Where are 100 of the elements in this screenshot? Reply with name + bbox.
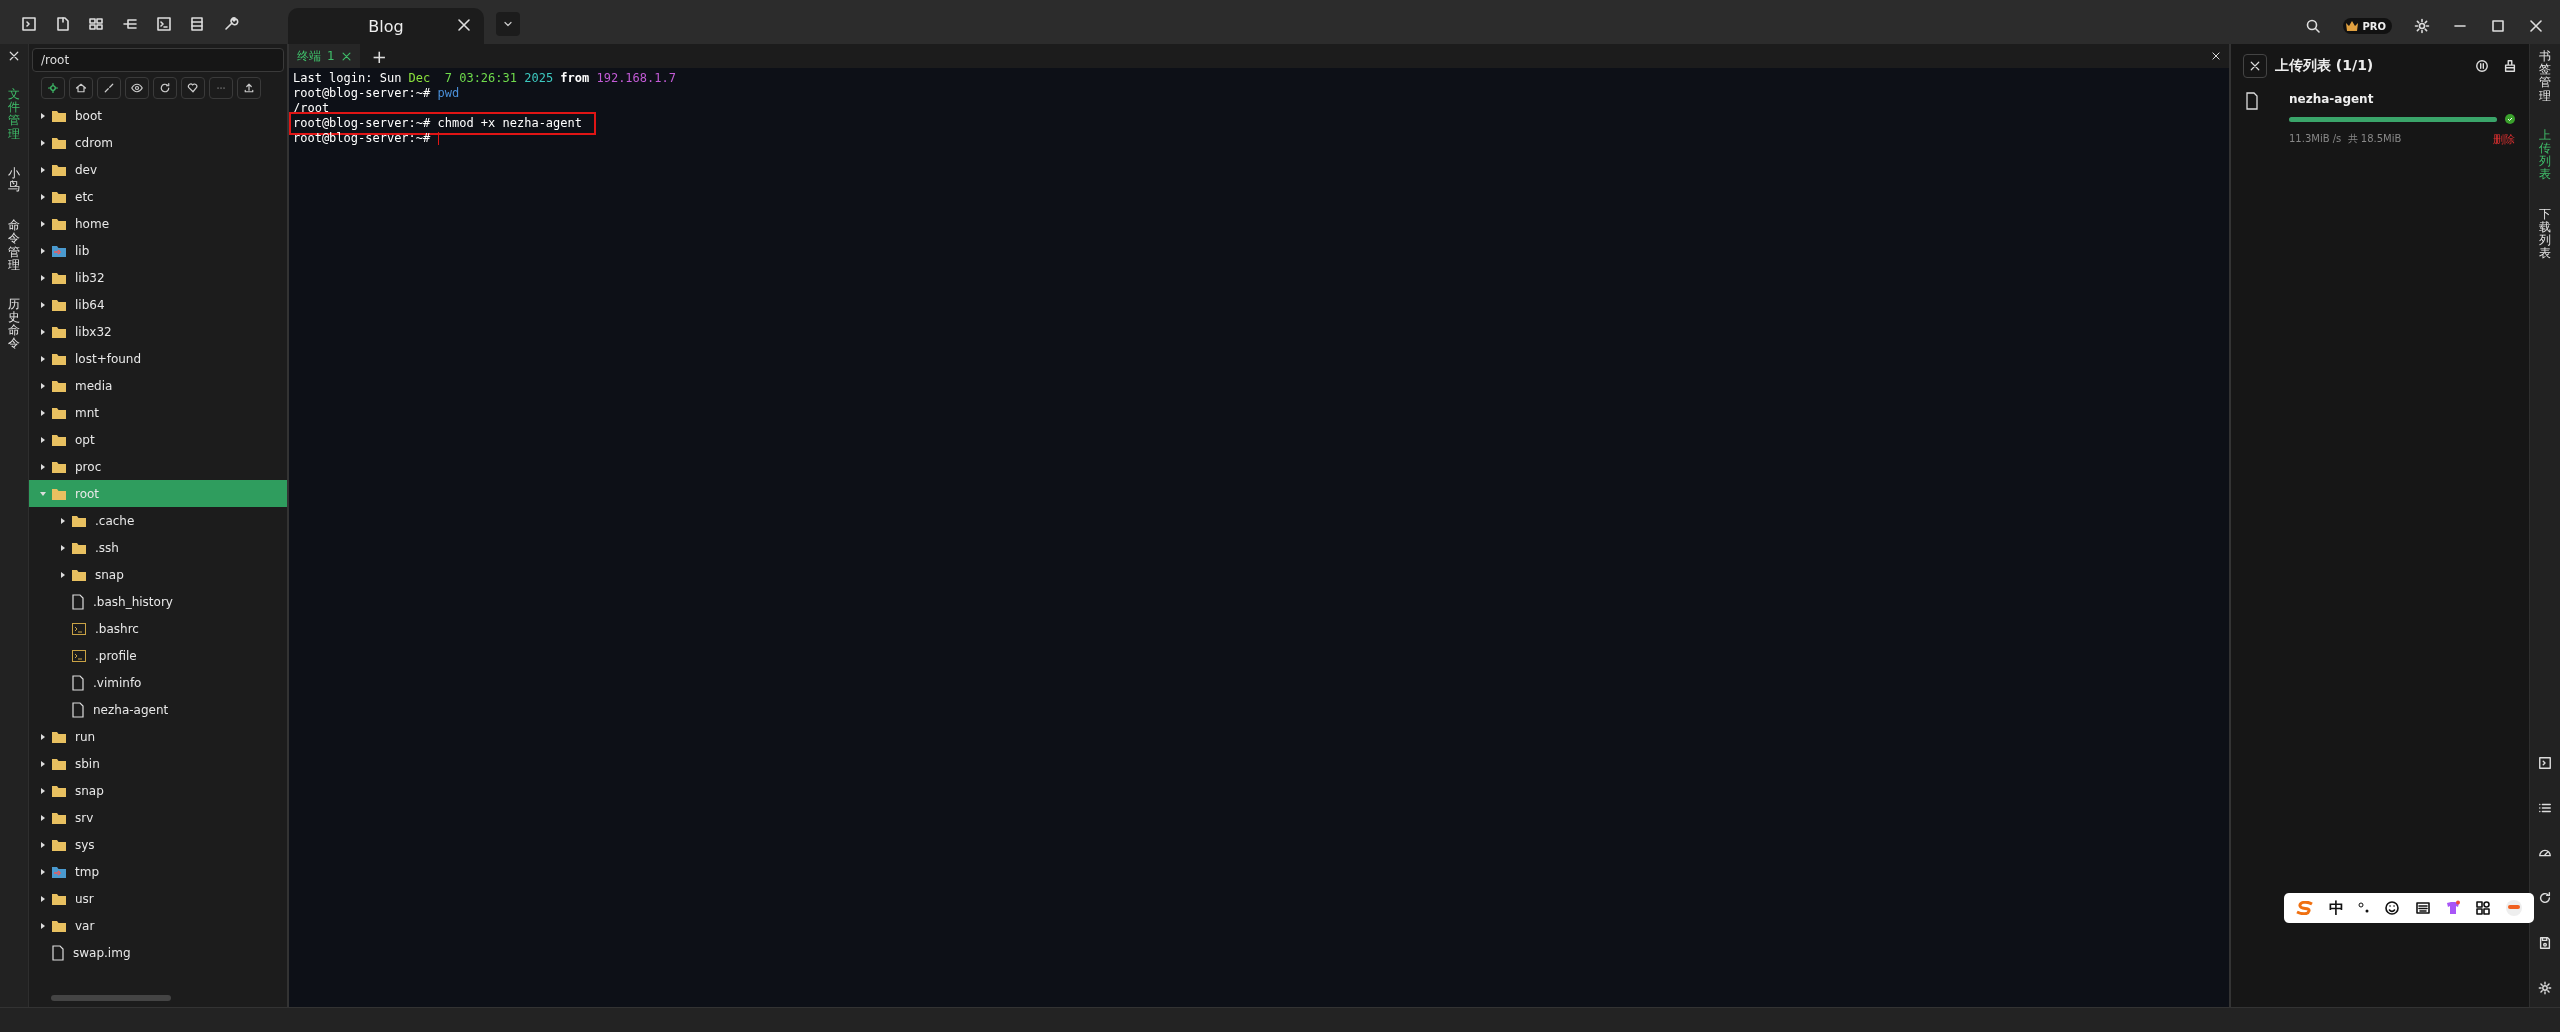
tree-item[interactable]: mnt <box>29 399 287 426</box>
caret-icon[interactable] <box>39 246 47 255</box>
caret-icon[interactable] <box>39 138 47 147</box>
tree-item[interactable]: lib <box>29 237 287 264</box>
toolbar-button[interactable] <box>237 77 261 99</box>
save-icon[interactable] <box>2538 936 2552 950</box>
tree-item[interactable]: lib64 <box>29 291 287 318</box>
caret-icon[interactable] <box>39 327 47 336</box>
caret-icon[interactable] <box>39 867 47 876</box>
tree-item[interactable]: run <box>29 723 287 750</box>
caret-icon[interactable] <box>39 732 47 741</box>
tree-item[interactable]: lost+found <box>29 345 287 372</box>
terminal-icon[interactable] <box>2538 756 2552 770</box>
tree-item[interactable]: var <box>29 912 287 939</box>
tree-item[interactable]: sys <box>29 831 287 858</box>
list-icon[interactable] <box>2538 801 2552 815</box>
tree-item[interactable]: srv <box>29 804 287 831</box>
add-tab-button[interactable]: + <box>371 45 387 67</box>
toolbar-button[interactable] <box>69 77 93 99</box>
scrollbar[interactable] <box>51 995 171 1001</box>
caret-icon[interactable] <box>39 111 47 120</box>
input-mode-toggle[interactable]: 中 <box>2329 898 2345 918</box>
caret-icon[interactable] <box>39 273 47 282</box>
maximize-icon[interactable] <box>2490 18 2506 34</box>
caret-icon[interactable] <box>39 894 47 903</box>
caret-icon[interactable] <box>59 570 67 579</box>
caret-icon[interactable] <box>39 840 47 849</box>
toolbar-button[interactable] <box>41 77 65 99</box>
sitemap-icon[interactable] <box>122 16 138 32</box>
broom-icon[interactable] <box>2503 59 2517 73</box>
tree-item[interactable]: usr <box>29 885 287 912</box>
tree-item[interactable]: opt <box>29 426 287 453</box>
tree-item[interactable]: proc <box>29 453 287 480</box>
tree-item[interactable]: .bashrc <box>29 615 287 642</box>
toolbar-button[interactable] <box>181 77 205 99</box>
terminal-tab[interactable]: 终端 1 <box>289 44 360 68</box>
caret-icon[interactable] <box>59 516 67 525</box>
punctuation-icon[interactable] <box>2358 901 2371 915</box>
close-icon[interactable] <box>2528 18 2544 34</box>
tree-item[interactable]: home <box>29 210 287 237</box>
search-icon[interactable] <box>2305 18 2322 34</box>
tree-item[interactable]: snap <box>29 777 287 804</box>
dropdown-button[interactable] <box>496 12 520 36</box>
caret-icon[interactable] <box>39 813 47 822</box>
refresh-icon[interactable] <box>2538 891 2552 905</box>
pro-badge[interactable]: PRO <box>2343 18 2392 34</box>
close-icon[interactable] <box>456 17 472 33</box>
tree-item[interactable]: cdrom <box>29 129 287 156</box>
server-icon[interactable] <box>189 16 206 32</box>
caret-icon[interactable] <box>39 921 47 930</box>
close-icon[interactable] <box>2211 51 2221 61</box>
side-tab[interactable]: 历史命令 <box>8 297 20 351</box>
caret-icon[interactable] <box>39 408 47 417</box>
close-icon[interactable] <box>340 50 352 62</box>
tree-item[interactable]: boot <box>29 102 287 129</box>
tree-item[interactable]: snap <box>29 561 287 588</box>
caret-icon[interactable] <box>39 759 47 768</box>
caret-icon[interactable] <box>39 219 47 228</box>
shirt-icon[interactable] <box>2444 900 2461 916</box>
caret-icon[interactable] <box>39 165 47 174</box>
grid-icon[interactable] <box>88 16 105 32</box>
apps-icon[interactable] <box>2474 900 2491 916</box>
close-icon[interactable] <box>8 50 20 62</box>
side-tab[interactable]: 上传列表 <box>2539 128 2551 182</box>
caret-icon[interactable] <box>39 435 47 444</box>
tree-item[interactable]: tmp <box>29 858 287 885</box>
caret-icon[interactable] <box>39 192 47 201</box>
tree-item[interactable]: .viminfo <box>29 669 287 696</box>
toolbar-button[interactable] <box>125 77 149 99</box>
caret-icon[interactable] <box>39 354 47 363</box>
side-tab[interactable]: 小鸟 <box>8 166 20 194</box>
caret-icon[interactable] <box>39 381 47 390</box>
smiley-icon[interactable] <box>2384 900 2401 916</box>
window-tab[interactable]: Blog <box>288 8 484 44</box>
caret-icon[interactable] <box>39 786 47 795</box>
delete-link[interactable]: 删除 <box>2493 132 2515 147</box>
toolbar-button[interactable] <box>153 77 177 99</box>
terminal-icon[interactable] <box>20 16 37 32</box>
tree-item[interactable]: .bash_history <box>29 588 287 615</box>
tree-item[interactable]: sbin <box>29 750 287 777</box>
tree-item[interactable]: media <box>29 372 287 399</box>
document-icon[interactable] <box>54 16 71 32</box>
settings-icon[interactable] <box>2538 981 2552 995</box>
terminal-output[interactable]: Last login: Sun Dec 7 03:26:31 2025 from 192.168.1.7 root@blog-server:~# pwd /root root@blog-server:~# chmod +x nezha-agent root@blog-server:~# <box>289 68 2229 1007</box>
caret-icon[interactable] <box>39 462 47 471</box>
close-button[interactable] <box>2243 54 2267 78</box>
side-tab[interactable]: 文件管理 <box>8 88 20 141</box>
tree-item[interactable]: .cache <box>29 507 287 534</box>
side-tab[interactable]: 下载列表 <box>2539 207 2551 261</box>
caret-icon[interactable] <box>39 300 47 309</box>
tree-item[interactable]: .ssh <box>29 534 287 561</box>
keyboard-icon[interactable] <box>2414 900 2431 916</box>
tree-item[interactable]: .profile <box>29 642 287 669</box>
settings-icon[interactable] <box>2414 18 2430 34</box>
console-icon[interactable] <box>155 16 172 32</box>
path-field[interactable]: /root <box>32 48 284 72</box>
side-tab[interactable]: 书签管理 <box>2539 50 2551 103</box>
tree-item[interactable]: libx32 <box>29 318 287 345</box>
caret-icon[interactable] <box>59 543 67 552</box>
pause-icon[interactable] <box>2475 59 2489 73</box>
